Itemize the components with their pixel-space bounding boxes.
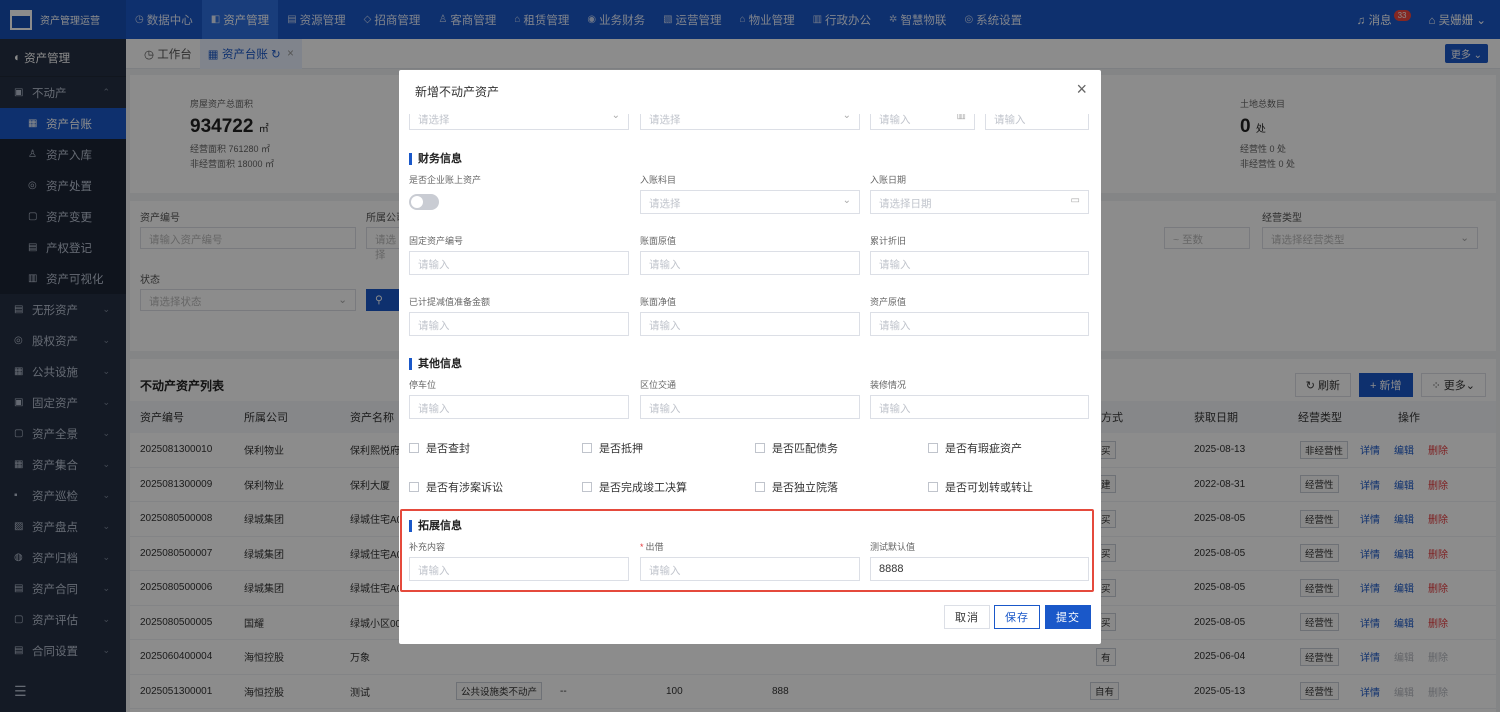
checkbox-option[interactable]: 是否查封 [409,440,470,456]
subject-placeholder: 请选择 [649,198,681,210]
partial-select-2[interactable]: 请选择 ⌄ [640,114,860,130]
section-finance-title: 财务信息 [409,153,462,165]
issue-label: * 出借 [640,540,664,553]
close-icon[interactable]: × [1076,80,1087,98]
partial-placeholder: 请选择 [418,114,450,126]
section-ext-title: 拓展信息 [409,520,462,532]
net-value-input[interactable]: 请输入 [640,312,860,336]
original-value-label: 资产原值 [870,297,907,307]
default-value-input[interactable]: 8888 [870,557,1089,581]
date-label: 入账日期 [870,175,907,185]
partial-select-1[interactable]: 请选择 ⌄ [409,114,629,130]
depreciation-label: 累计折旧 [870,236,907,246]
impairment-input[interactable]: 请输入 [409,312,629,336]
partial-placeholder: 请输入 [879,114,911,126]
partial-input-1[interactable]: 请输入 ▥ [870,114,975,130]
checkbox-label: 是否抵押 [599,443,643,455]
partial-placeholder: 请选择 [649,114,681,126]
section-other-title: 其他信息 [409,358,462,370]
checkbox-option[interactable]: 是否可划转或转让 [928,479,1033,495]
chevron-down-icon: ⌄ [842,195,851,206]
submit-button[interactable]: 提交 [1045,605,1091,629]
parking-label: 停车位 [409,380,437,390]
checkbox-label: 是否匹配债务 [772,443,838,455]
depreciation-input[interactable]: 请输入 [870,251,1089,275]
checkbox-option[interactable]: 是否完成竣工决算 [582,479,687,495]
decoration-input[interactable]: 请输入 [870,395,1089,419]
required-mark: * [640,542,644,552]
date-picker[interactable]: 请选择日期 ▭ [870,190,1089,214]
dialog-body: 请选择 ⌄ 请选择 ⌄ 请输入 ▥ 请输入 财务信息 是否企业账上资产 入账科目 请选… [399,114,1101,602]
checkbox-label: 是否有瑕疵资产 [945,443,1022,455]
issue-input[interactable]: 请输入 [640,557,860,581]
fixed-no-label: 固定资产编号 [409,236,464,246]
checkbox-label: 是否完成竣工决算 [599,482,687,494]
checkbox-label: 是否有涉案诉讼 [426,482,503,494]
checkbox[interactable] [755,443,765,453]
decoration-label: 装修情况 [870,380,907,390]
impairment-label: 已计提减值准备金额 [409,297,491,307]
cancel-button[interactable]: 取消 [944,605,990,629]
checkbox-option[interactable]: 是否抵押 [582,440,643,456]
subject-label: 入账科目 [640,175,677,185]
checkbox-label: 是否独立院落 [772,482,838,494]
traffic-input[interactable]: 请输入 [640,395,860,419]
checkbox[interactable] [928,443,938,453]
checkbox[interactable] [755,482,765,492]
date-placeholder: 请选择日期 [879,198,932,210]
dialog-title: 新增不动产资产 [415,85,500,99]
chevron-down-icon: ⌄ [611,114,620,121]
default-value-label: 测试默认值 [870,542,916,552]
issue-label-text: 出借 [645,542,664,552]
dialog-footer: 取消 保存 提交 [399,602,1101,644]
parking-input[interactable]: 请输入 [409,395,629,419]
net-value-label: 账面净值 [640,297,677,307]
checkbox-option[interactable]: 是否有瑕疵资产 [928,440,1022,456]
checkbox[interactable] [928,482,938,492]
add-asset-dialog: 新增不动产资产 × 请选择 ⌄ 请选择 ⌄ 请输入 ▥ 请输入 财务信息 是否企业账上… [399,70,1101,644]
book-value-input[interactable]: 请输入 [640,251,860,275]
on-books-toggle[interactable] [409,194,439,210]
traffic-label: 区位交通 [640,380,677,390]
checkbox[interactable] [409,482,419,492]
book-value-label: 账面原值 [640,236,677,246]
checkbox-label: 是否可划转或转让 [945,482,1033,494]
supplement-input[interactable]: 请输入 [409,557,629,581]
subject-select[interactable]: 请选择 ⌄ [640,190,860,214]
checkbox[interactable] [582,482,592,492]
checkbox-label: 是否查封 [426,443,470,455]
checkbox-option[interactable]: 是否有涉案诉讼 [409,479,503,495]
checkbox-option[interactable]: 是否独立院落 [755,479,838,495]
checkbox[interactable] [409,443,419,453]
chevron-down-icon: ⌄ [842,114,851,121]
checkbox[interactable] [582,443,592,453]
calendar-icon: ▭ [1070,195,1080,206]
unit-icon: ▥ [956,114,966,121]
original-value-input[interactable]: 请输入 [870,312,1089,336]
on-books-label: 是否企业账上资产 [409,175,482,185]
save-button[interactable]: 保存 [994,605,1040,629]
fixed-no-input[interactable]: 请输入 [409,251,629,275]
partial-input-2[interactable]: 请输入 [985,114,1089,130]
supplement-label: 补充内容 [409,542,446,552]
checkbox-option[interactable]: 是否匹配债务 [755,440,838,456]
